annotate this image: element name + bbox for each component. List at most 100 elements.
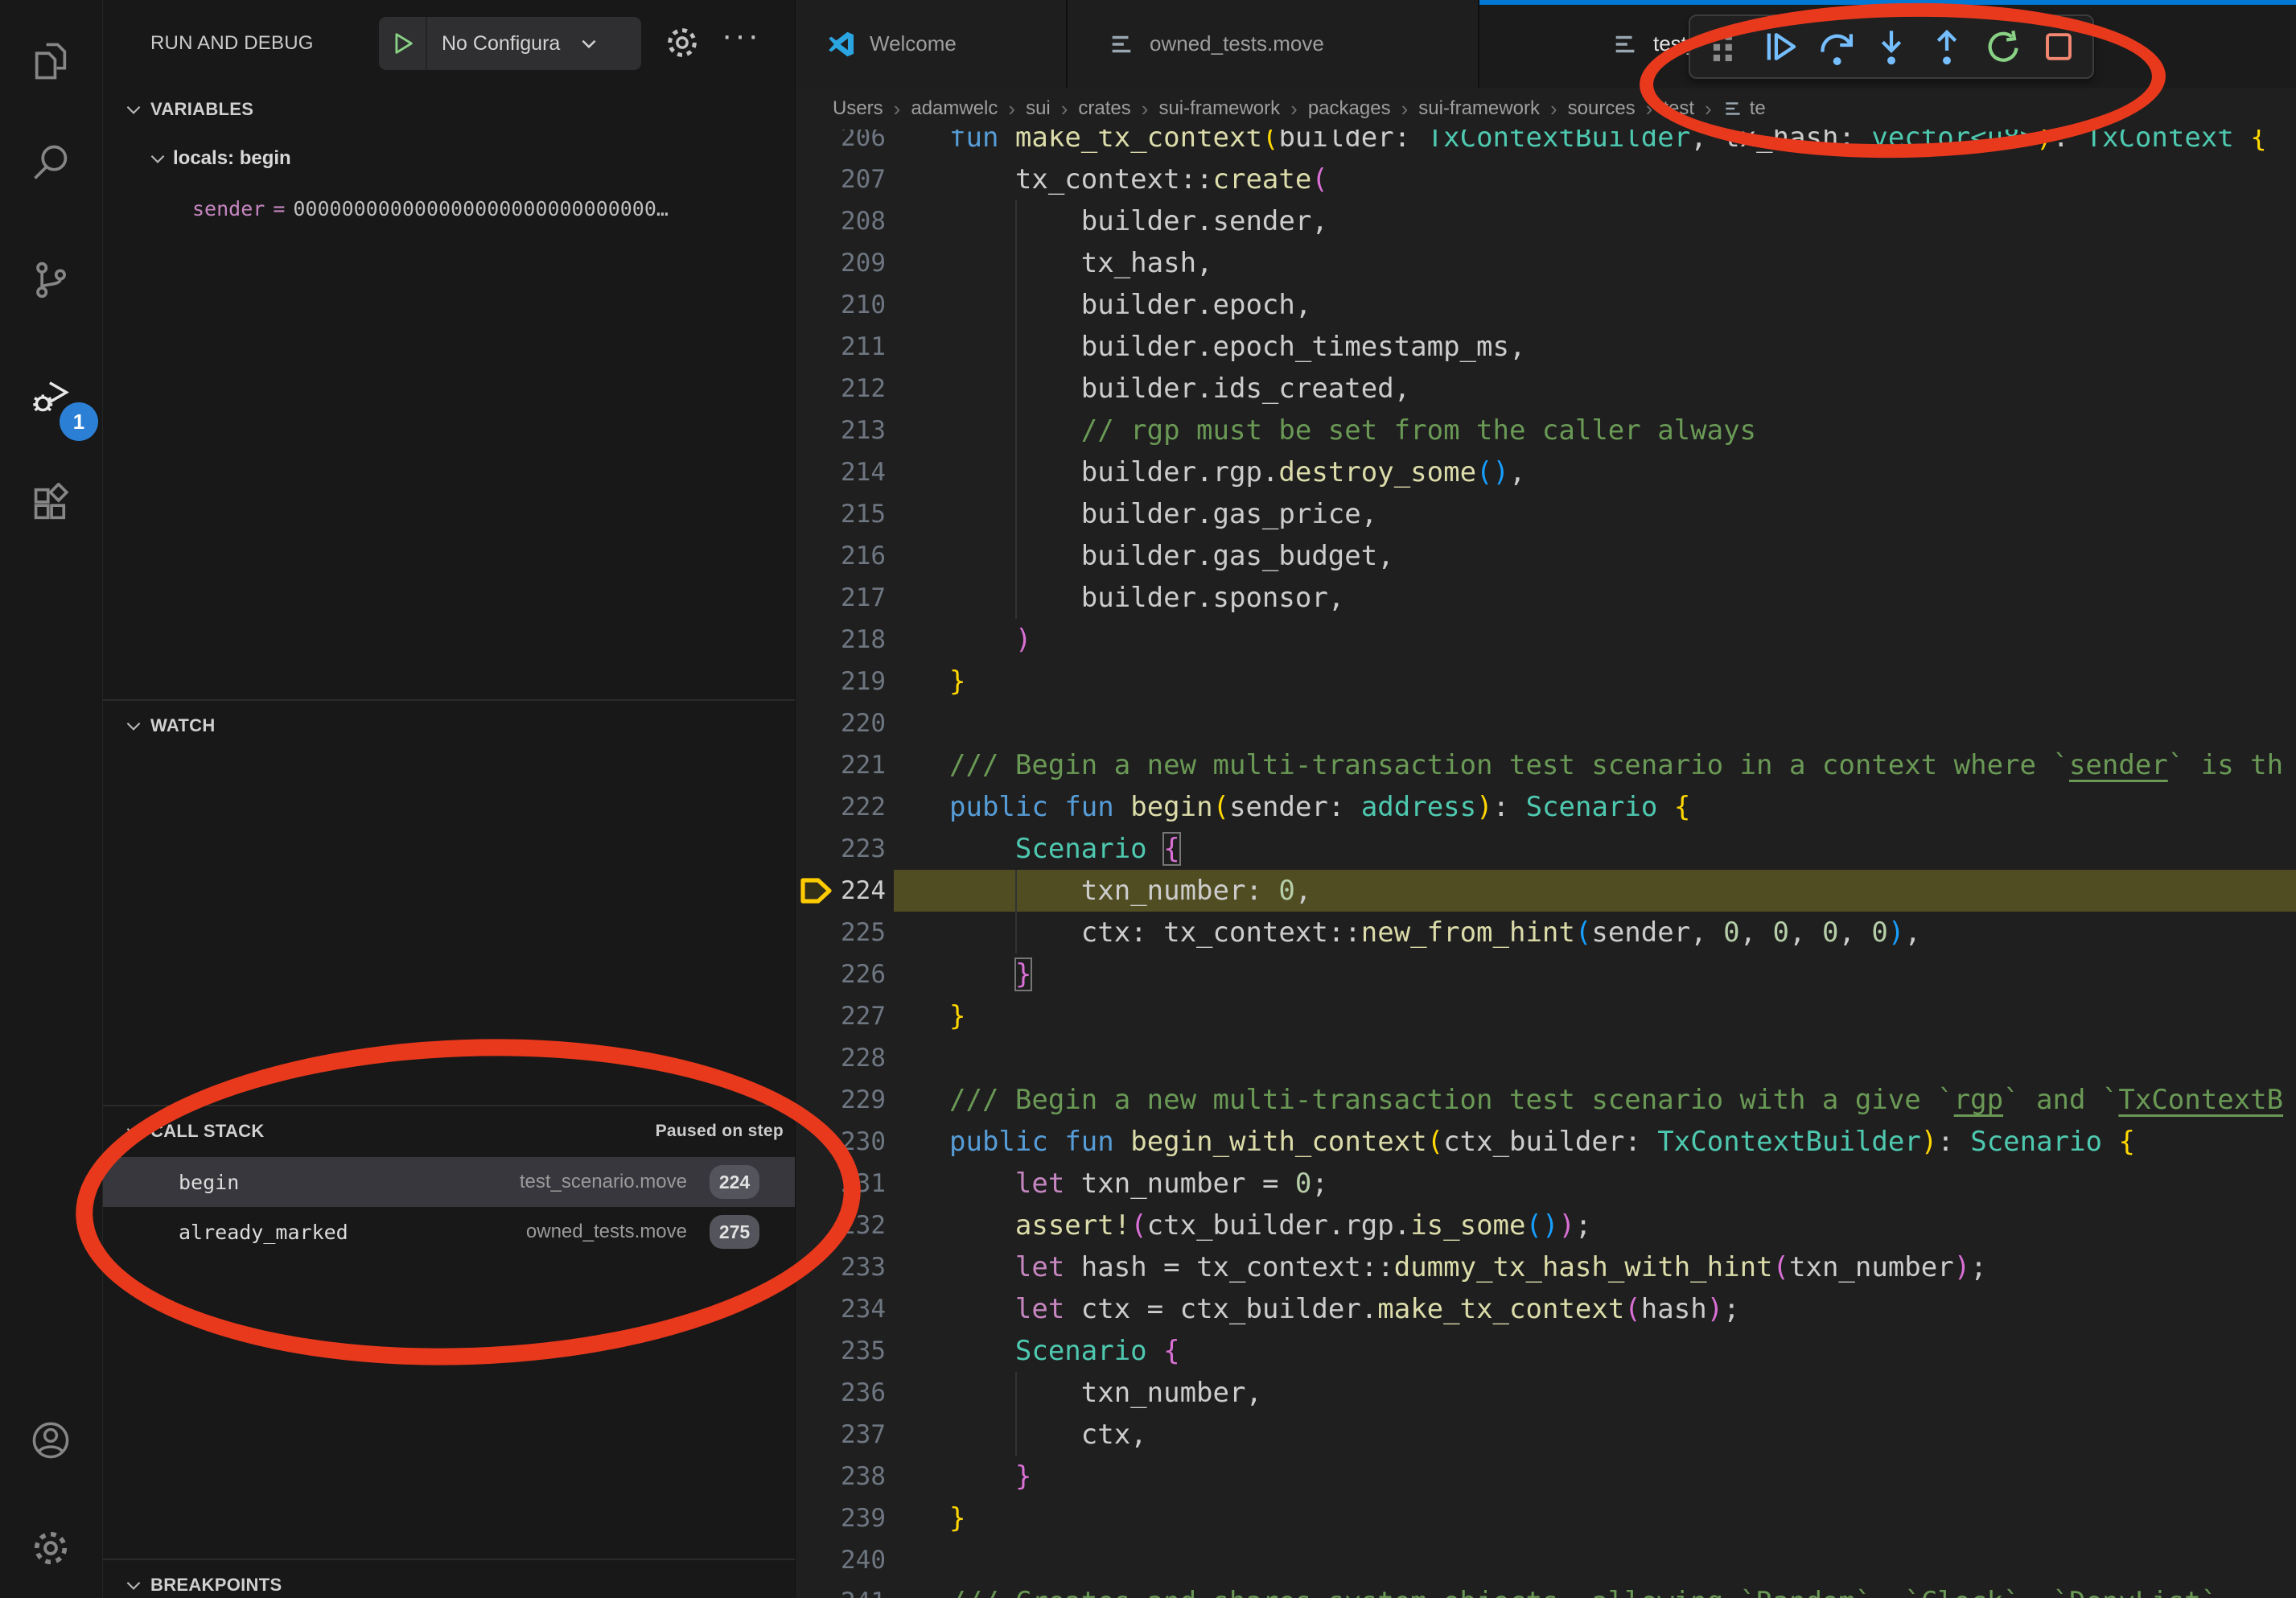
code-line[interactable]: 222public fun begin(sender: address): Sc…	[796, 786, 2296, 828]
code-line[interactable]: 232 assert!(ctx_builder.rgp.is_some());	[796, 1205, 2296, 1246]
breadcrumb-item[interactable]: sources	[1568, 97, 1636, 120]
line-number[interactable]: 225	[796, 912, 886, 953]
breadcrumb-item[interactable]: adamwelc	[911, 97, 998, 120]
step-out-icon[interactable]	[1926, 26, 1968, 68]
code-line[interactable]: 228	[796, 1037, 2296, 1079]
line-number[interactable]: 238	[796, 1456, 886, 1497]
code-line[interactable]: 208 builder.sender,	[796, 200, 2296, 242]
code-line[interactable]: 236 txn_number,	[796, 1372, 2296, 1414]
code-line[interactable]: 238 }	[796, 1456, 2296, 1497]
line-number[interactable]: 235	[796, 1330, 886, 1372]
watch-section-header[interactable]: WATCH	[102, 705, 816, 747]
line-number[interactable]: 210	[796, 284, 886, 326]
line-number[interactable]: 231	[796, 1163, 886, 1205]
line-number[interactable]: 222	[796, 786, 886, 828]
account-icon[interactable]	[30, 1419, 72, 1461]
source-control-icon[interactable]	[30, 259, 72, 301]
more-actions-icon[interactable]: ···	[722, 18, 761, 54]
line-number[interactable]: 234	[796, 1288, 886, 1330]
line-number[interactable]: 213	[796, 410, 886, 451]
line-number[interactable]: 239	[796, 1497, 886, 1539]
line-number[interactable]: 227	[796, 995, 886, 1037]
settings-gear-icon[interactable]	[30, 1527, 72, 1569]
code-line[interactable]: 223 Scenario {	[796, 828, 2296, 870]
line-number[interactable]: 226	[796, 953, 886, 995]
code-line[interactable]: 217 builder.sponsor,	[796, 577, 2296, 619]
line-number[interactable]: 217	[796, 577, 886, 619]
code-line[interactable]: 207 tx_context::create(	[796, 159, 2296, 200]
breadcrumb-item[interactable]: sui	[1026, 97, 1051, 120]
code-line[interactable]: 230public fun begin_with_context(ctx_bui…	[796, 1121, 2296, 1163]
line-number[interactable]: 221	[796, 744, 886, 786]
step-over-icon[interactable]	[1815, 26, 1857, 68]
search-icon[interactable]	[30, 142, 72, 183]
step-into-icon[interactable]	[1870, 26, 1912, 68]
code-line[interactable]: 215 builder.gas_price,	[796, 493, 2296, 535]
tab-owned-tests[interactable]: owned_tests.move	[1068, 0, 1479, 88]
line-number[interactable]: 237	[796, 1414, 886, 1456]
toolbar-drag-grip[interactable]	[1703, 26, 1745, 68]
code-line[interactable]: 211 builder.epoch_timestamp_ms,	[796, 326, 2296, 368]
line-number[interactable]: 214	[796, 451, 886, 493]
breadcrumb-item[interactable]: sui-framework	[1418, 97, 1540, 120]
code-line[interactable]: 218 )	[796, 619, 2296, 661]
code-line[interactable]: 210 builder.epoch,	[796, 284, 2296, 326]
breadcrumb-file[interactable]: te	[1722, 97, 1766, 120]
variables-section-header[interactable]: VARIABLES	[102, 89, 816, 130]
code-line[interactable]: 212 builder.ids_created,	[796, 368, 2296, 410]
line-number[interactable]: 212	[796, 368, 886, 410]
explorer-icon[interactable]	[30, 40, 72, 82]
line-number[interactable]: 218	[796, 619, 886, 661]
stop-icon[interactable]	[2038, 26, 2080, 68]
tab-welcome[interactable]: Welcome	[796, 0, 1068, 88]
code-line[interactable]: 213 // rgp must be set from the caller a…	[796, 410, 2296, 451]
line-number[interactable]: 216	[796, 535, 886, 577]
code-line[interactable]: 240	[796, 1539, 2296, 1581]
code-line[interactable]: 216 builder.gas_budget,	[796, 535, 2296, 577]
line-number[interactable]: 233	[796, 1246, 886, 1288]
line-number[interactable]: 223	[796, 828, 886, 870]
line-number[interactable]: 232	[796, 1205, 886, 1246]
breadcrumb-item[interactable]: test	[1663, 97, 1694, 120]
code-line[interactable]: 233 let hash = tx_context::dummy_tx_hash…	[796, 1246, 2296, 1288]
code-line[interactable]: 221/// Begin a new multi-transaction tes…	[796, 744, 2296, 786]
breadcrumb-item[interactable]: sui-framework	[1158, 97, 1280, 120]
line-number[interactable]: 211	[796, 326, 886, 368]
line-number[interactable]: 209	[796, 242, 886, 284]
continue-icon[interactable]	[1759, 26, 1800, 68]
line-number[interactable]: 236	[796, 1372, 886, 1414]
variables-scope-row[interactable]: locals: begin	[147, 138, 291, 179]
debug-configuration-group[interactable]: No Configura	[379, 17, 641, 70]
code-line[interactable]: 225 ctx: tx_context::new_from_hint(sende…	[796, 912, 2296, 953]
code-line[interactable]: 209 tx_hash,	[796, 242, 2296, 284]
code-line[interactable]: 241/// Creates and shares system objects…	[796, 1581, 2296, 1598]
code-line[interactable]: 229/// Begin a new multi-transaction tes…	[796, 1079, 2296, 1121]
code-line[interactable]: 214 builder.rgp.destroy_some(),	[796, 451, 2296, 493]
breadcrumb-item[interactable]: crates	[1078, 97, 1130, 120]
start-debug-icon[interactable]	[379, 17, 427, 70]
code-line[interactable]: 239}	[796, 1497, 2296, 1539]
stack-frame-already_marked[interactable]: already_markedowned_tests.move275	[102, 1207, 795, 1257]
breadcrumb-item[interactable]: packages	[1308, 97, 1391, 120]
code-line[interactable]: 227}	[796, 995, 2296, 1037]
code-line[interactable]: 237 ctx,	[796, 1414, 2296, 1456]
code-line[interactable]: 220	[796, 702, 2296, 744]
restart-icon[interactable]	[1982, 26, 2024, 68]
breadcrumb-item[interactable]: Users	[833, 97, 883, 120]
code-line[interactable]: 231 let txn_number = 0;	[796, 1163, 2296, 1205]
line-number[interactable]: 219	[796, 661, 886, 702]
code-line-current[interactable]: 224 txn_number: 0,	[796, 870, 2296, 912]
code-line[interactable]: 219}	[796, 661, 2296, 702]
code-line[interactable]: 234 let ctx = ctx_builder.make_tx_contex…	[796, 1288, 2296, 1330]
variable-row[interactable]: sender = 000000000000000000000000000000…	[192, 188, 884, 229]
debug-settings-gear-icon[interactable]	[664, 24, 701, 61]
stack-frame-begin[interactable]: begintest_scenario.move224	[102, 1157, 795, 1207]
line-number[interactable]: 215	[796, 493, 886, 535]
call-stack-section-header[interactable]: CALL STACK Paused on step	[102, 1110, 816, 1152]
debug-configuration-select[interactable]: No Configura	[442, 32, 577, 56]
extensions-icon[interactable]	[30, 483, 72, 525]
breadcrumb[interactable]: Users›adamwelc›sui›crates›sui-framework›…	[796, 88, 2296, 130]
code-line[interactable]: 226 }	[796, 953, 2296, 995]
code-line[interactable]: 235 Scenario {	[796, 1330, 2296, 1372]
breakpoints-section-header[interactable]: BREAKPOINTS	[102, 1564, 816, 1598]
